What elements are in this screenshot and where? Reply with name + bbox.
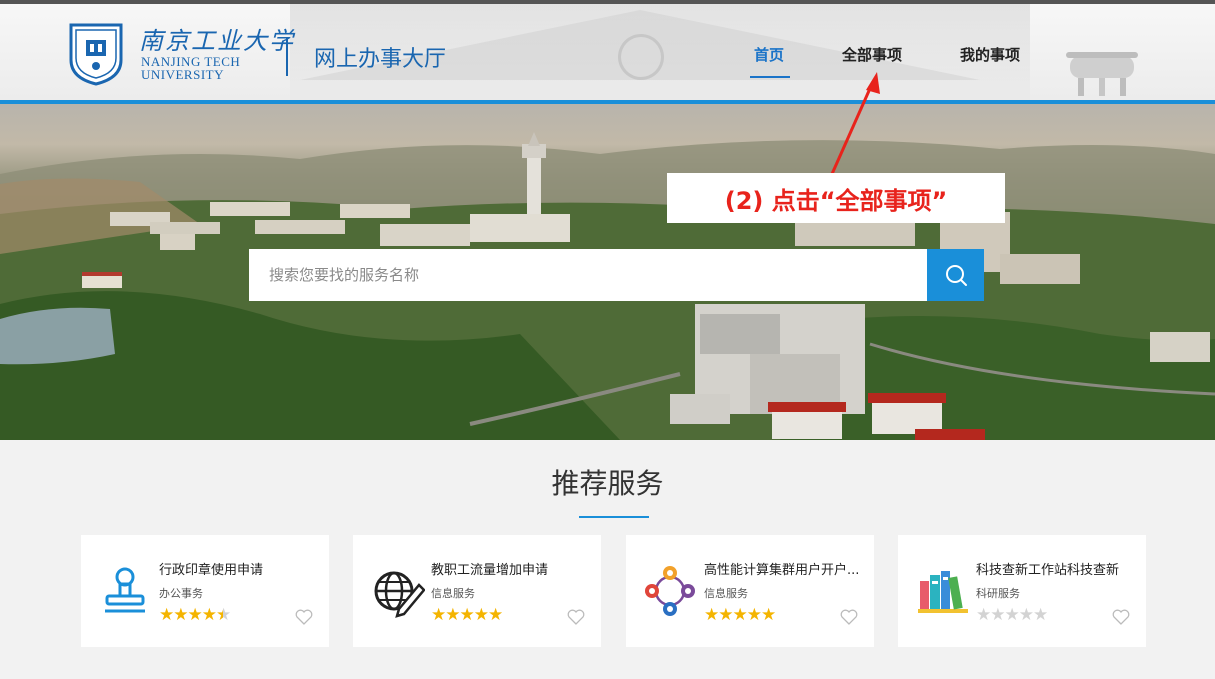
service-card[interactable]: 科技查新工作站科技查新 科研服务 ★★★★★ (898, 535, 1146, 647)
section-title-underline (579, 516, 649, 518)
favorite-heart-icon[interactable] (1112, 609, 1130, 625)
favorite-heart-icon[interactable] (295, 609, 313, 625)
logo-chinese-name: 南京工业大学 (139, 27, 295, 55)
annotation-label: (2) 点击“全部事项” (667, 173, 1005, 223)
star-rating: ★★★★★ (704, 605, 776, 625)
section-title: 推荐服务 (551, 467, 664, 500)
star-icon: ★ (473, 605, 489, 625)
annotation-text: (2) 点击“全部事项” (724, 186, 948, 215)
service-card[interactable]: 教职工流量增加申请 信息服务 ★★★★★ (353, 535, 601, 647)
card-title: 高性能计算集群用户开户... (704, 563, 860, 578)
nav-home[interactable]: 首页 (754, 44, 784, 65)
star-icon: ★ (1004, 605, 1020, 625)
site-title: 网上办事大厅 (314, 47, 447, 72)
star-icon: ★ (187, 605, 203, 625)
annotation-arrow (830, 72, 880, 175)
card-category: 科研服务 (976, 587, 1020, 600)
globe-pen-icon (374, 571, 425, 618)
star-icon: ★ (990, 605, 1005, 625)
service-card[interactable]: 高性能计算集群用户开户... 信息服务 ★★★★★ (626, 535, 874, 647)
cauldron-decoration-icon (1066, 52, 1138, 96)
star-icon: ★ (459, 605, 475, 625)
card-category: 信息服务 (704, 587, 748, 600)
star-icon: ★ (488, 605, 503, 625)
star-rating: ★★★★★ (159, 605, 231, 625)
logo-divider (286, 38, 288, 76)
search-input[interactable] (249, 249, 927, 301)
star-icon: ★ (1018, 605, 1034, 625)
star-icon: ★ (173, 605, 188, 625)
hero-banner (0, 104, 1215, 440)
star-icon: ★ (445, 605, 460, 625)
star-icon: ★ (746, 605, 762, 625)
books-icon (918, 571, 968, 613)
card-title: 科技查新工作站科技查新 (976, 563, 1120, 578)
nav-all-items[interactable]: 全部事项 (842, 44, 902, 65)
header-background-emblem (618, 34, 664, 80)
service-card[interactable]: 行政印章使用申请 办公事务 ★★★★★ (81, 535, 329, 647)
stamp-icon (105, 567, 145, 613)
half-star-icon: ★ (216, 605, 231, 625)
network-nodes-icon (645, 566, 695, 616)
favorite-heart-icon[interactable] (840, 609, 858, 625)
star-icon: ★ (159, 605, 174, 625)
star-icon: ★ (718, 605, 733, 625)
star-icon: ★ (1033, 605, 1048, 625)
site-header: 南京工业大学 NANJING TECH UNIVERSITY 网上办事大厅 首页… (0, 4, 1215, 100)
university-logo-icon[interactable] (68, 22, 124, 86)
star-icon: ★ (201, 605, 217, 625)
nav-active-indicator (750, 76, 790, 78)
page-bottom (0, 662, 1215, 679)
star-icon: ★ (976, 605, 991, 625)
star-icon: ★ (732, 605, 748, 625)
star-rating: ★★★★★ (976, 605, 1048, 625)
card-title: 教职工流量增加申请 (431, 563, 549, 578)
search-icon (945, 265, 967, 286)
star-icon: ★ (761, 605, 776, 625)
search-button[interactable] (927, 249, 984, 301)
star-rating: ★★★★★ (431, 605, 503, 625)
star-icon: ★ (704, 605, 719, 625)
card-category: 信息服务 (431, 587, 475, 600)
star-icon: ★ (431, 605, 446, 625)
card-category: 办公事务 (159, 587, 203, 600)
logo-english-line2: UNIVERSITY (141, 67, 224, 82)
nav-my-items[interactable]: 我的事项 (960, 44, 1020, 65)
favorite-heart-icon[interactable] (567, 609, 585, 625)
card-title: 行政印章使用申请 (159, 563, 264, 578)
